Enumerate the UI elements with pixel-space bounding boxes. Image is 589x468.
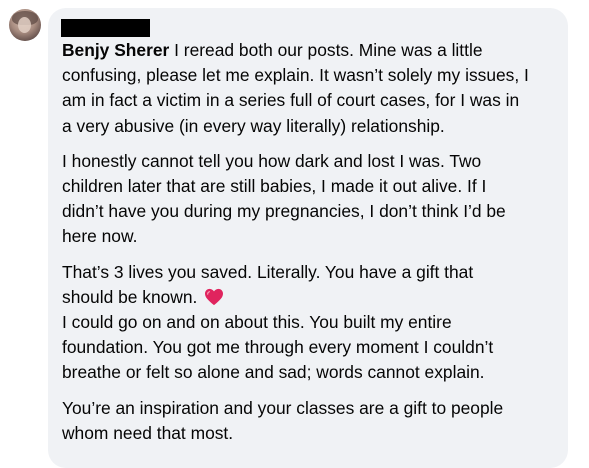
comment-paragraph-3: That’s 3 lives you saved. Literally. You… (62, 260, 562, 386)
comment-paragraph-1: Benjy Sherer I reread both our posts. Mi… (62, 38, 562, 139)
comment-line: didn’t have you during my pregnancies, I… (62, 201, 506, 222)
comment-paragraph-2: I honestly cannot tell you how dark and … (62, 149, 562, 250)
comment-line: am in fact a victim in a series full of … (62, 90, 520, 111)
comment-body: Benjy Sherer I reread both our posts. Mi… (62, 38, 562, 456)
comment-line: a very abusive (in every way literally) … (62, 115, 445, 136)
comment-line: here now. (62, 226, 138, 247)
comment-line: breathe or felt so alone and sad; words … (62, 362, 485, 383)
comment-line: That’s 3 lives you saved. Literally. You… (62, 261, 474, 282)
comment-line: confusing, please let me explain. It was… (62, 65, 529, 86)
avatar-face (18, 17, 31, 33)
comment-paragraph-4: You’re an inspiration and your classes a… (62, 396, 562, 446)
comment-line: whom need that most. (62, 422, 234, 443)
comment-line: I honestly cannot tell you how dark and … (62, 150, 482, 171)
comment-line: children later that are still babies, I … (62, 176, 487, 197)
comment-line: I could go on and on about this. You bui… (62, 312, 452, 333)
author-name[interactable]: Benjy Sherer (62, 40, 169, 60)
comment-line: You’re an inspiration and your classes a… (62, 397, 504, 418)
redacted-name-bar (61, 19, 150, 37)
comment-line: I reread both our posts. Mine was a litt… (174, 40, 483, 60)
heart-icon (205, 288, 224, 306)
comment-line: foundation. You got me through every mom… (62, 337, 494, 358)
comment-line: should be known. (62, 286, 198, 307)
avatar[interactable] (9, 9, 41, 41)
